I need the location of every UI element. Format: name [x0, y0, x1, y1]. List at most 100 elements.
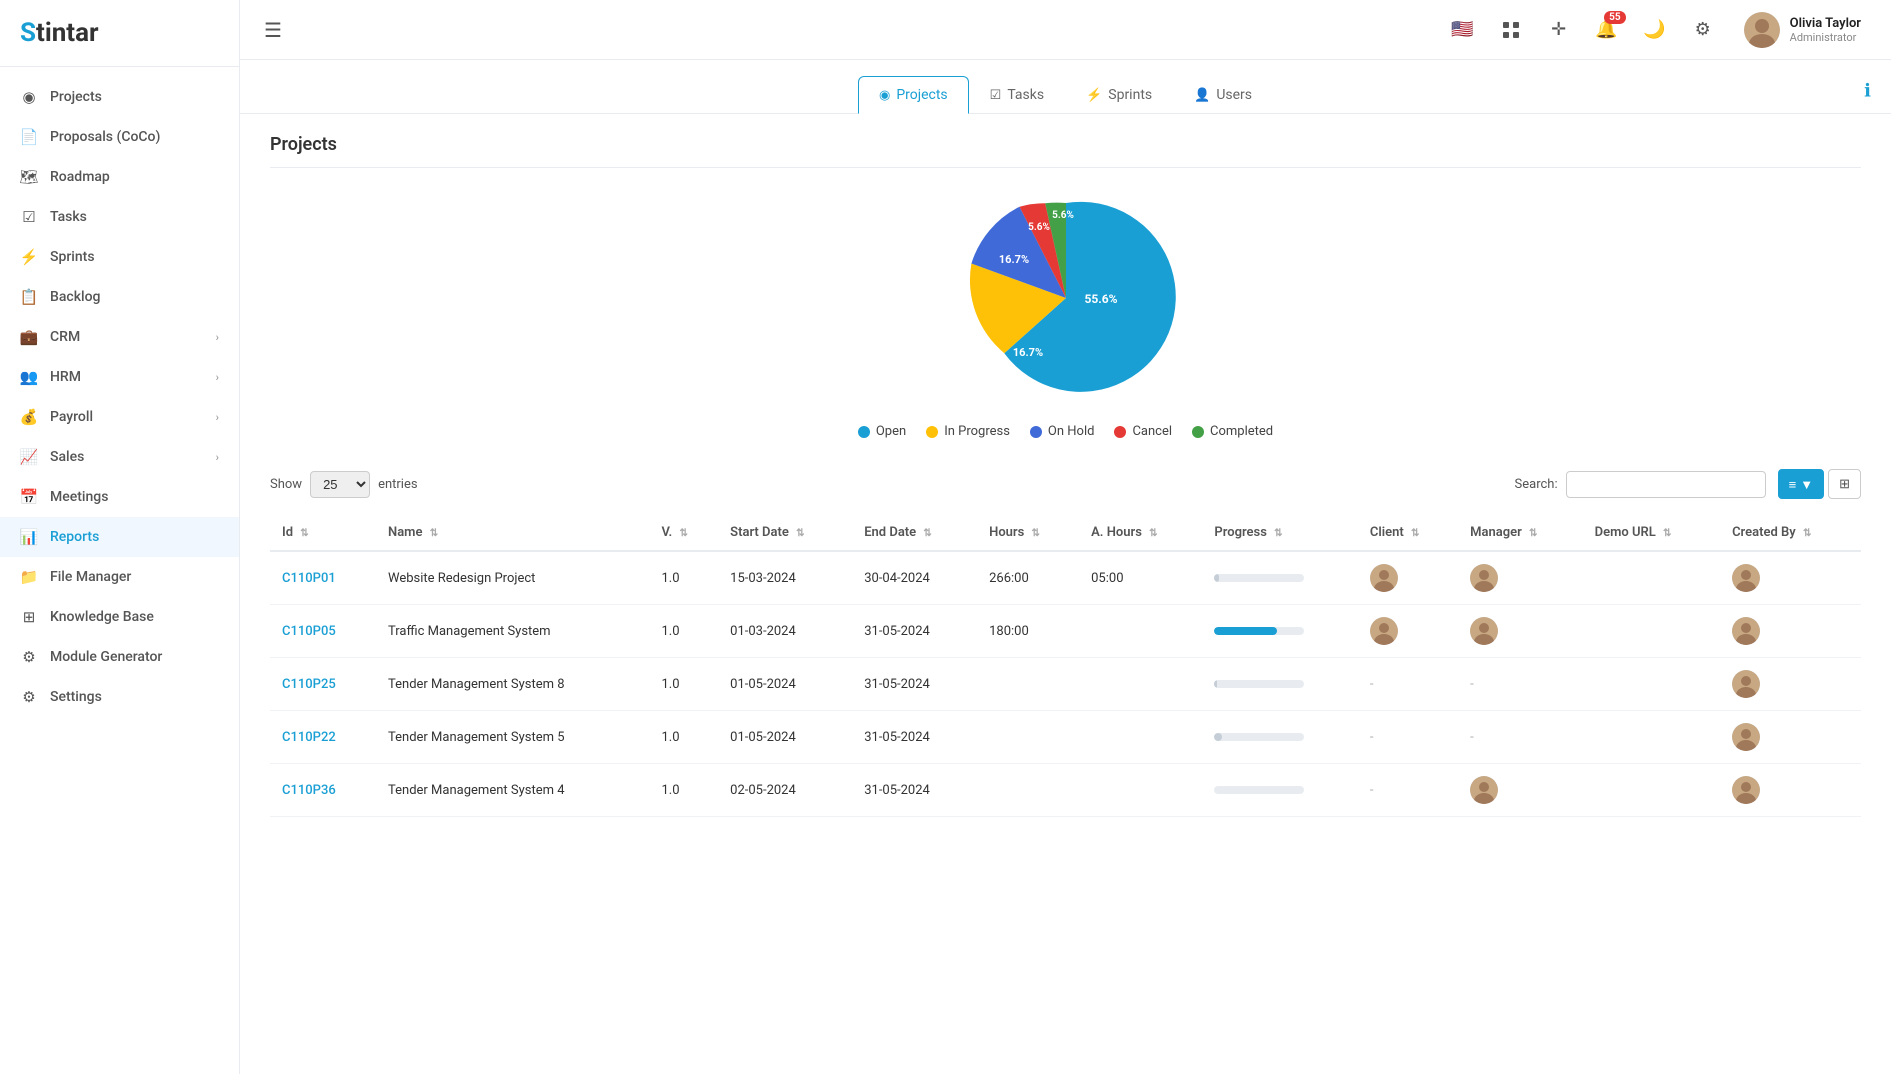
cell-created-by [1720, 551, 1861, 605]
show-select[interactable]: 25 50 100 [310, 471, 370, 498]
cell-start-date: 02-05-2024 [718, 764, 852, 817]
col-manager[interactable]: Manager ⇅ [1458, 515, 1583, 551]
legend-onhold: On Hold [1030, 424, 1095, 439]
search-input[interactable] [1566, 471, 1766, 498]
cell-a-hours [1079, 711, 1202, 764]
col-client[interactable]: Client ⇅ [1358, 515, 1458, 551]
progress-bar [1214, 627, 1277, 635]
col-end-date[interactable]: End Date ⇅ [852, 515, 977, 551]
cell-v: 1.0 [649, 764, 718, 817]
cell-id: C110P25 [270, 658, 376, 711]
sidebar-item-hrm[interactable]: 👥 HRM › [0, 357, 239, 397]
created-by-avatar [1732, 723, 1760, 751]
crosshair-icon[interactable]: ✛ [1542, 13, 1576, 47]
table-body: C110P01 Website Redesign Project 1.0 15-… [270, 551, 1861, 817]
table-row: C110P05 Traffic Management System 1.0 01… [270, 605, 1861, 658]
sidebar-item-settings[interactable]: ⚙ Settings [0, 677, 239, 717]
sidebar-item-projects[interactable]: ◉ Projects [0, 77, 239, 117]
sidebar-item-tasks[interactable]: ☑ Tasks [0, 197, 239, 237]
tab-icon-sprints: ⚡ [1086, 88, 1102, 103]
project-id-link[interactable]: C110P05 [282, 624, 336, 639]
entries-label: entries [378, 477, 418, 492]
col-v[interactable]: V. ⇅ [649, 515, 718, 551]
tab-tasks[interactable]: ☑ Tasks [969, 76, 1065, 114]
settings-icon[interactable]: ⚙ [1686, 13, 1720, 47]
info-icon[interactable]: ℹ [1864, 80, 1871, 101]
user-info[interactable]: Olivia Taylor Administrator [1734, 8, 1871, 52]
cell-id: C110P01 [270, 551, 376, 605]
nav-label-sales: Sales [50, 449, 84, 465]
sidebar-item-meetings[interactable]: 📅 Meetings [0, 477, 239, 517]
sidebar-item-reports[interactable]: 📊 Reports [0, 517, 239, 557]
cell-demo-url [1583, 711, 1720, 764]
nav-icon-proposals: 📄 [20, 128, 38, 146]
cell-name: Tender Management System 5 [376, 711, 649, 764]
table-head: Id ⇅ Name ⇅ V. ⇅ Start Date ⇅ End Date ⇅… [270, 515, 1861, 551]
tab-icon-tasks: ☑ [990, 88, 1002, 103]
col-created-by[interactable]: Created By ⇅ [1720, 515, 1861, 551]
project-id-link[interactable]: C110P36 [282, 783, 336, 798]
table-row: C110P22 Tender Management System 5 1.0 0… [270, 711, 1861, 764]
project-id-link[interactable]: C110P22 [282, 730, 336, 745]
nav-icon-crm: 💼 [20, 328, 38, 346]
cell-v: 1.0 [649, 711, 718, 764]
sidebar-item-payroll[interactable]: 💰 Payroll › [0, 397, 239, 437]
legend-inprogress: In Progress [926, 424, 1010, 439]
nav-icon-reports: 📊 [20, 528, 38, 546]
apps-icon[interactable] [1494, 13, 1528, 47]
tab-label-tasks: Tasks [1007, 87, 1044, 103]
col-name[interactable]: Name ⇅ [376, 515, 649, 551]
cell-id: C110P05 [270, 605, 376, 658]
nav-label-payroll: Payroll [50, 409, 93, 425]
nav-icon-modulegenerator: ⚙ [20, 648, 38, 666]
grid-view-button[interactable]: ⊞ [1828, 469, 1861, 499]
flag-icon[interactable]: 🇺🇸 [1446, 13, 1480, 47]
cell-created-by [1720, 658, 1861, 711]
label-cancel: 5.6% [1028, 222, 1050, 233]
client-dash: - [1370, 783, 1374, 798]
sidebar-item-roadmap[interactable]: 🗺 Roadmap [0, 157, 239, 197]
cell-demo-url [1583, 764, 1720, 817]
nav-label-backlog: Backlog [50, 289, 100, 305]
sidebar-item-backlog[interactable]: 📋 Backlog [0, 277, 239, 317]
menu-toggle-icon[interactable]: ☰ [260, 14, 286, 46]
col-demo-url[interactable]: Demo URL ⇅ [1583, 515, 1720, 551]
sidebar-item-knowledgebase[interactable]: ⊞ Knowledge Base [0, 597, 239, 637]
cell-progress [1202, 658, 1357, 711]
col-a-hours[interactable]: A. Hours ⇅ [1079, 515, 1202, 551]
sidebar-item-filemanager[interactable]: 📁 File Manager [0, 557, 239, 597]
sidebar-item-proposals[interactable]: 📄 Proposals (CoCo) [0, 117, 239, 157]
sidebar-item-modulegenerator[interactable]: ⚙ Module Generator [0, 637, 239, 677]
legend-completed: Completed [1192, 424, 1273, 439]
col-start-date[interactable]: Start Date ⇅ [718, 515, 852, 551]
nav-icon-knowledgebase: ⊞ [20, 608, 38, 626]
project-id-link[interactable]: C110P25 [282, 677, 336, 692]
nav-icon-projects: ◉ [20, 88, 38, 106]
manager-dash: - [1470, 730, 1474, 745]
tab-sprints[interactable]: ⚡ Sprints [1065, 76, 1173, 114]
sidebar-item-sales[interactable]: 📈 Sales › [0, 437, 239, 477]
tab-label-users: Users [1216, 87, 1252, 103]
cell-name: Tender Management System 4 [376, 764, 649, 817]
col-id[interactable]: Id ⇅ [270, 515, 376, 551]
tab-users[interactable]: 👤 Users [1173, 76, 1273, 114]
col-hours[interactable]: Hours ⇅ [977, 515, 1079, 551]
label-open: 55.6% [1084, 292, 1117, 306]
notification-icon[interactable]: 🔔 55 [1590, 13, 1624, 47]
header: ☰ 🇺🇸 ✛ 🔔 55 🌙 ⚙ [240, 0, 1891, 60]
sidebar-item-sprints[interactable]: ⚡ Sprints [0, 237, 239, 277]
cell-hours: 266:00 [977, 551, 1079, 605]
list-view-button[interactable]: ≡ ▼ [1778, 469, 1824, 499]
created-by-avatar [1732, 617, 1760, 645]
tab-projects[interactable]: ◉ Projects [858, 76, 969, 114]
cell-id: C110P36 [270, 764, 376, 817]
col-progress[interactable]: Progress ⇅ [1202, 515, 1357, 551]
notification-badge: 55 [1604, 11, 1625, 24]
cell-client: - [1358, 711, 1458, 764]
dark-mode-icon[interactable]: 🌙 [1638, 13, 1672, 47]
manager-avatar [1470, 564, 1498, 592]
project-id-link[interactable]: C110P01 [282, 571, 336, 586]
sidebar-item-crm[interactable]: 💼 CRM › [0, 317, 239, 357]
legend-label-inprogress: In Progress [944, 424, 1010, 439]
nav-icon-meetings: 📅 [20, 488, 38, 506]
